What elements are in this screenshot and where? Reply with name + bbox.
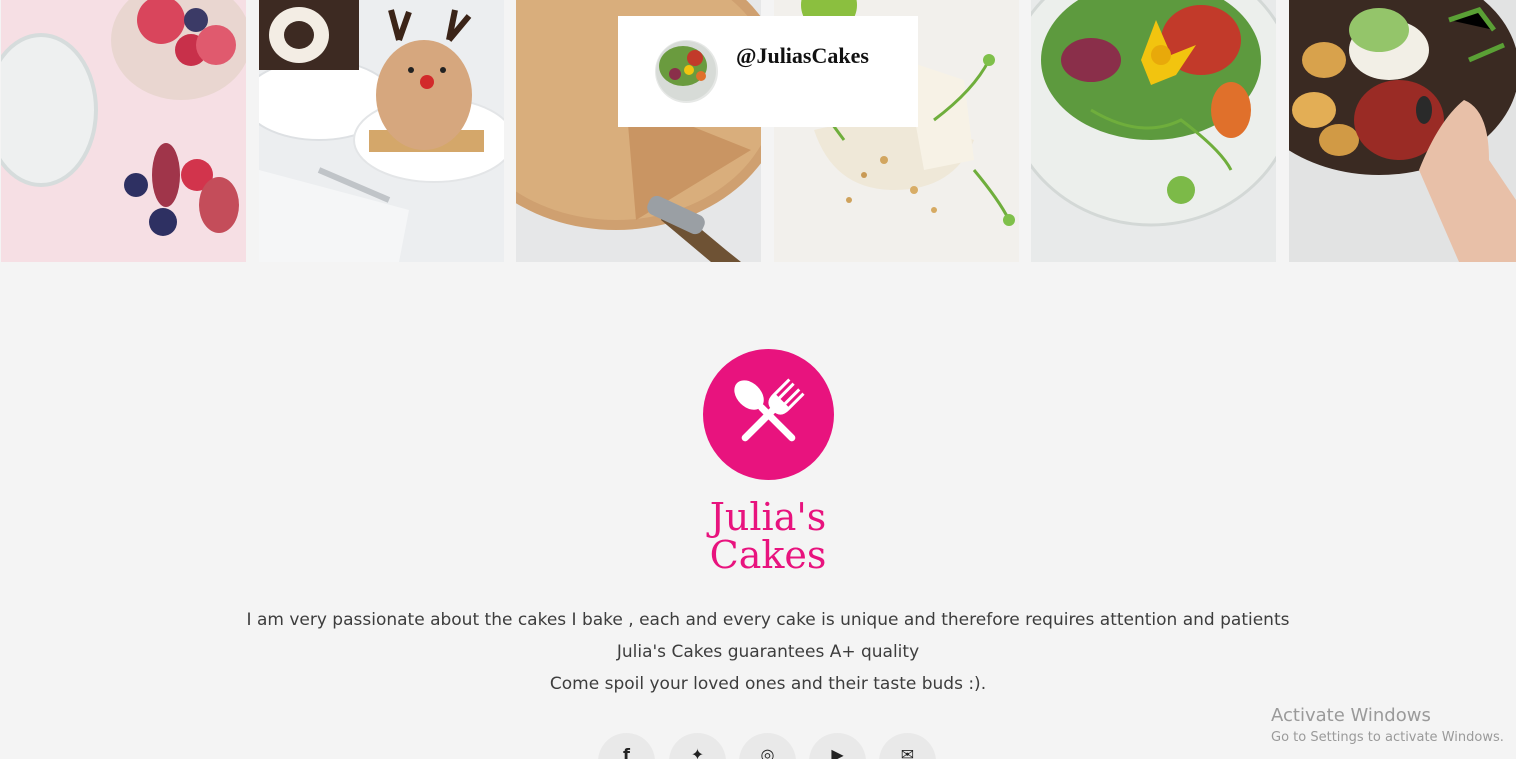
activate-windows-title: Activate Windows bbox=[1271, 705, 1431, 726]
mail-button[interactable]: ✉ bbox=[879, 733, 936, 759]
twitter-icon: ✦ bbox=[690, 745, 705, 759]
about-line-3: Come spoil your loved ones and their tas… bbox=[549, 674, 987, 694]
instagram-profile-card[interactable]: @JuliasCakes bbox=[618, 16, 918, 127]
instagram-icon: ◎ bbox=[760, 745, 775, 759]
instagram-avatar[interactable] bbox=[655, 40, 718, 103]
youtube-icon: ▶ bbox=[831, 745, 844, 759]
about-text: I am very passionate about the cakes I b… bbox=[0, 604, 1516, 700]
windows-activation-watermark: Activate Windows Go to Settings to activ… bbox=[1271, 705, 1504, 749]
instagram-photo-5[interactable] bbox=[1031, 0, 1276, 262]
instagram-photo-6[interactable] bbox=[1289, 0, 1516, 262]
youtube-button[interactable]: ▶ bbox=[809, 733, 866, 759]
activate-windows-subtitle: Go to Settings to activate Windows. bbox=[1271, 730, 1504, 745]
brand-name-line2: Cakes bbox=[709, 533, 827, 577]
mail-icon: ✉ bbox=[900, 745, 915, 759]
facebook-button[interactable]: f bbox=[598, 733, 655, 759]
spoon-fork-cross-icon bbox=[734, 378, 805, 442]
instagram-button[interactable]: ◎ bbox=[739, 733, 796, 759]
instagram-photo-2[interactable] bbox=[259, 0, 504, 262]
instagram-photo-1[interactable] bbox=[1, 0, 246, 262]
brand-name-line1: Julia's bbox=[709, 495, 827, 539]
facebook-icon: f bbox=[623, 745, 630, 759]
twitter-button[interactable]: ✦ bbox=[669, 733, 726, 759]
page: @JuliasCakes Julia's Cakes I am very pas… bbox=[0, 0, 1516, 759]
instagram-feed: @JuliasCakes bbox=[0, 0, 1516, 262]
brand-logo[interactable] bbox=[703, 349, 834, 480]
about-line-1: I am very passionate about the cakes I b… bbox=[246, 610, 1290, 630]
about-line-2: Julia's Cakes guarantees A+ quality bbox=[616, 642, 920, 662]
instagram-handle[interactable]: @JuliasCakes bbox=[736, 43, 869, 69]
brand-name[interactable]: Julia's Cakes bbox=[668, 498, 868, 574]
